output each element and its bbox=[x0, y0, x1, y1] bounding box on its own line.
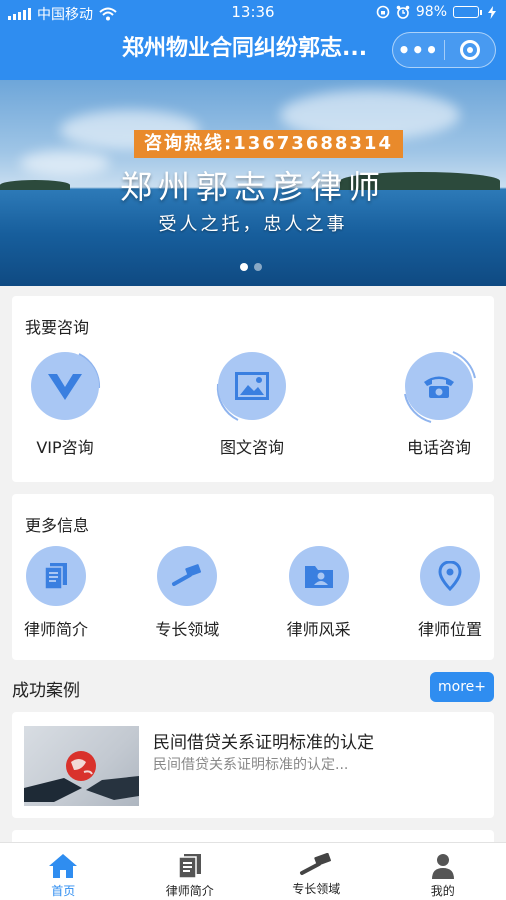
document-icon bbox=[44, 563, 67, 590]
consult-heading: 我要咨询 bbox=[25, 318, 90, 337]
more-item-label: 律师简介 bbox=[24, 620, 89, 639]
battery-icon bbox=[453, 6, 482, 18]
alarm-icon bbox=[396, 5, 410, 19]
consult-icon-row: VIP咨询 图文咨询 电话咨询 bbox=[12, 348, 494, 458]
case-summary: 民间借贷关系证明标准的认定... bbox=[153, 757, 349, 773]
tab-label: 专长领域 bbox=[292, 882, 341, 896]
carousel-dot[interactable] bbox=[254, 263, 262, 271]
rotation-lock-icon bbox=[376, 5, 390, 19]
more-item-label: 律师位置 bbox=[417, 620, 482, 639]
case-title: 民间借贷关系证明标准的认定 bbox=[153, 733, 374, 753]
case-list-item[interactable]: 民间借贷关系证明标准的认定 民间借贷关系证明标准的认定... bbox=[12, 712, 494, 818]
tab-label: 律师简介 bbox=[165, 884, 214, 898]
person-icon bbox=[431, 854, 454, 879]
telephone-icon bbox=[424, 376, 454, 398]
case-list-item-partial[interactable] bbox=[12, 830, 494, 842]
gavel-icon bbox=[300, 853, 332, 875]
handshake-globe-image bbox=[24, 751, 139, 802]
more-item-label: 律师风采 bbox=[286, 620, 351, 639]
consult-item-label: 图文咨询 bbox=[219, 438, 284, 457]
image-icon bbox=[235, 372, 269, 400]
tab-label: 首页 bbox=[51, 884, 76, 898]
banner-title: 郑州郭志彦律师 bbox=[119, 168, 386, 206]
tab-me[interactable]: 我的 bbox=[380, 843, 506, 900]
page-title: 郑州物业合同纠纷郭志... bbox=[122, 36, 368, 61]
status-bar: 中国移动 13:36 98% bbox=[0, 0, 506, 26]
carousel-pager bbox=[240, 263, 262, 271]
tab-label: 我的 bbox=[430, 884, 455, 898]
home-icon bbox=[49, 854, 78, 878]
case-thumbnail bbox=[24, 726, 139, 806]
tab-home[interactable]: 首页 bbox=[0, 843, 127, 900]
more-cases-button[interactable]: more+ bbox=[430, 672, 494, 702]
cases-heading: 成功案例 bbox=[12, 681, 80, 701]
more-item-location[interactable]: 律师位置 bbox=[418, 546, 482, 640]
charging-icon bbox=[488, 5, 496, 19]
gavel-icon bbox=[172, 564, 202, 586]
more-info-heading: 更多信息 bbox=[25, 516, 90, 535]
more-item-lawyer-intro[interactable]: 律师简介 bbox=[24, 546, 88, 640]
mini-program-capsule: ••• bbox=[392, 32, 496, 68]
consult-item-label: VIP咨询 bbox=[36, 438, 94, 457]
consult-item-label: 电话咨询 bbox=[406, 438, 471, 457]
more-item-label: 专长领域 bbox=[155, 620, 220, 639]
target-circle-icon bbox=[459, 40, 480, 60]
more-info-icon-row: 律师简介 专长领域 律师风采 律师位置 bbox=[12, 546, 494, 640]
close-button[interactable] bbox=[445, 33, 496, 67]
consult-card: 我要咨询 VIP咨询 图文咨询 电话咨询 bbox=[12, 296, 494, 482]
banner-subtitle: 受人之托，忠人之事 bbox=[158, 214, 348, 235]
more-item-expertise[interactable]: 专长领域 bbox=[155, 546, 219, 640]
bottom-tab-bar: 首页 律师简介 专长领域 我的 bbox=[0, 842, 506, 900]
more-item-gallery[interactable]: 律师风采 bbox=[287, 546, 351, 640]
location-pin-icon bbox=[438, 561, 462, 591]
consult-item-vip[interactable]: VIP咨询 bbox=[27, 348, 103, 458]
tab-lawyer-intro[interactable]: 律师简介 bbox=[127, 843, 254, 900]
battery-percent: 98% bbox=[415, 4, 447, 20]
banner-carousel[interactable]: 咨询热线:13673688314 郑州郭志彦律师 受人之托，忠人之事 bbox=[0, 80, 506, 286]
more-dots-icon: ••• bbox=[397, 38, 439, 62]
carousel-dot[interactable] bbox=[240, 263, 248, 271]
top-bar: 中国移动 13:36 98% 郑州物业合同纠纷郭志... ••• bbox=[0, 0, 506, 80]
vip-v-icon bbox=[48, 374, 82, 400]
hotline-label: 咨询热线:13673688314 bbox=[134, 130, 403, 158]
consult-item-image-text[interactable]: 图文咨询 bbox=[214, 348, 290, 458]
consult-item-phone[interactable]: 电话咨询 bbox=[401, 348, 477, 458]
more-info-card: 更多信息 律师简介 专长领域 律师风采 律师位置 bbox=[12, 494, 494, 660]
more-menu-button[interactable]: ••• bbox=[393, 33, 444, 67]
document-icon bbox=[178, 854, 201, 879]
folder-person-icon bbox=[304, 566, 333, 588]
tab-expertise[interactable]: 专长领域 bbox=[253, 843, 380, 900]
